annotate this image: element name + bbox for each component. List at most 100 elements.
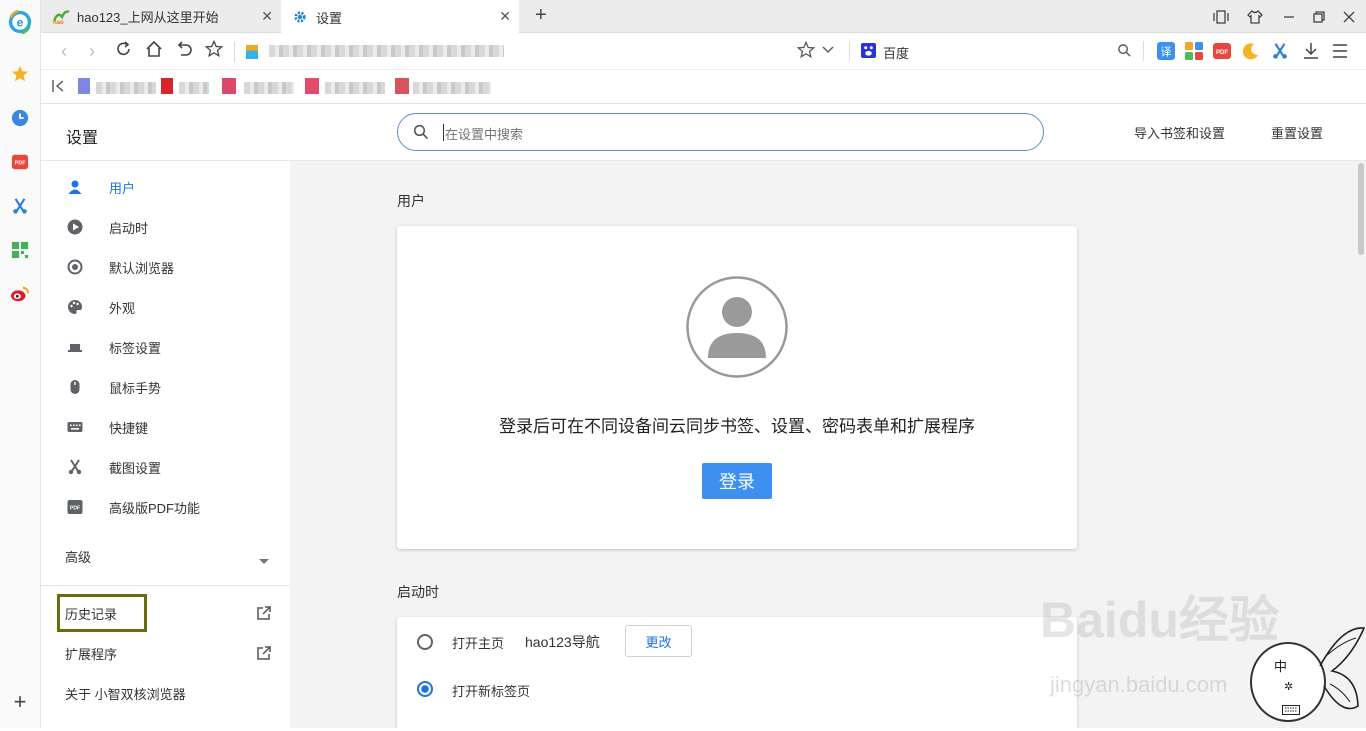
startup-card: 打开主页 hao123导航 更改 打开新标签页	[397, 617, 1077, 728]
tab-settings[interactable]: 设置 ✕	[281, 0, 519, 34]
add-icon[interactable]: +	[8, 689, 32, 714]
sidebar-item-screenshot[interactable]: 截图设置	[41, 447, 290, 487]
browser-logo-icon[interactable]: e	[8, 9, 32, 35]
sidebar-item-label: 标签设置	[109, 340, 162, 356]
restore-icon[interactable]	[1311, 9, 1327, 30]
reload-icon[interactable]	[113, 40, 135, 62]
night-mode-icon[interactable]	[1242, 42, 1260, 65]
svg-text:PDF: PDF	[70, 506, 80, 512]
bookmark-favicon	[305, 78, 319, 94]
screenshot-scissors-icon[interactable]	[1271, 42, 1289, 65]
caret-down-icon	[259, 553, 269, 568]
favorite-star-icon[interactable]	[796, 40, 816, 64]
pdf-tool-icon[interactable]: PDF	[1213, 42, 1231, 65]
sidebar-item-default-browser[interactable]: 默认浏览器	[41, 247, 290, 287]
apps-colored-icon[interactable]	[1185, 42, 1203, 65]
bookmark-item[interactable]	[413, 82, 491, 94]
favorites-star-icon[interactable]	[8, 62, 32, 86]
settings-header: 设置 在设置中搜索 导入书签和设置 重置设置	[41, 104, 1366, 161]
forward-icon[interactable]: ›	[81, 40, 103, 62]
tab-title: hao123_上网从这里开始	[77, 10, 219, 25]
watermark-url: jingyan.baidu.com	[1050, 672, 1228, 697]
tab-hao123[interactable]: hao hao123_上网从这里开始 ✕	[41, 0, 281, 33]
mouse-icon	[66, 378, 84, 396]
login-button[interactable]: 登录	[702, 463, 772, 499]
gear-icon	[293, 10, 307, 27]
site-favicon	[246, 45, 258, 59]
bookmark-item[interactable]	[179, 82, 209, 94]
settings-search-box[interactable]: 在设置中搜索	[397, 113, 1044, 151]
weibo-icon[interactable]	[8, 282, 32, 306]
sidebar-link-history[interactable]: 历史记录	[41, 593, 290, 633]
sidebar-item-user[interactable]: 用户	[41, 167, 290, 207]
option-label: 打开主页	[452, 636, 505, 651]
search-icon[interactable]	[1117, 43, 1132, 63]
sidebar-item-pdf[interactable]: PDF 高级版PDF功能	[41, 487, 290, 527]
page-title: 设置	[66, 130, 99, 147]
sidebar-item-advanced[interactable]: 高级	[41, 536, 290, 576]
sidebar-toggle-icon[interactable]	[1213, 9, 1229, 30]
svg-text:译: 译	[1161, 46, 1172, 59]
sidebar-link-about[interactable]: 关于 小智双核浏览器	[41, 673, 290, 713]
sync-description: 登录后可在不同设备间云同步书签、设置、密码表单和扩展程序	[499, 417, 975, 436]
sidebar-item-tabs[interactable]: 标签设置	[41, 327, 290, 367]
settings-sidebar: 用户 启动时 默认浏览器 外观 标签设置 鼠标手势 快捷键 截图设置 PDF 高…	[41, 161, 290, 728]
history-clock-icon[interactable]	[8, 106, 32, 130]
sidebar-item-shortcuts[interactable]: 快捷键	[41, 407, 290, 447]
menu-icon[interactable]	[1332, 42, 1348, 65]
scissors-icon	[66, 458, 84, 476]
svg-text:PDF: PDF	[15, 161, 26, 167]
external-link-icon	[256, 645, 272, 664]
close-icon[interactable]: ✕	[499, 8, 511, 25]
sidebar-item-label: 外观	[109, 300, 136, 316]
radio-open-homepage[interactable]	[416, 633, 434, 656]
keyboard-icon	[1282, 702, 1300, 720]
external-link-icon	[256, 605, 272, 624]
sidebar-item-mouse-gesture[interactable]: 鼠标手势	[41, 367, 290, 407]
sidebar-item-label: 默认浏览器	[109, 260, 175, 276]
close-icon[interactable]: ✕	[261, 8, 273, 25]
change-homepage-button[interactable]: 更改	[625, 625, 692, 657]
back-icon[interactable]: ‹	[53, 40, 75, 62]
sidebar-item-label: 关于 小智双核浏览器	[65, 686, 186, 702]
palette-icon	[66, 298, 84, 316]
translate-icon[interactable]: 译	[1157, 42, 1175, 65]
collapse-sidebar-icon[interactable]	[51, 78, 67, 98]
pdf-icon[interactable]: PDF	[8, 150, 32, 174]
url-blurred[interactable]	[269, 45, 504, 57]
minimize-icon[interactable]	[1281, 9, 1297, 30]
download-icon[interactable]	[1303, 42, 1319, 65]
option-label: 打开新标签页	[452, 684, 531, 699]
bookmark-item[interactable]	[244, 82, 294, 94]
tab-bar: hao hao123_上网从这里开始 ✕ 设置 ✕ +	[41, 0, 1366, 34]
sidebar-item-label: 鼠标手势	[109, 380, 162, 396]
reset-settings-link[interactable]: 重置设置	[1271, 123, 1323, 142]
sidebar-link-extensions[interactable]: 扩展程序	[41, 633, 290, 673]
undo-icon[interactable]	[173, 40, 195, 62]
apps-grid-icon[interactable]	[8, 238, 32, 262]
sidebar-item-startup[interactable]: 启动时	[41, 207, 290, 247]
import-bookmarks-link[interactable]: 导入书签和设置	[1134, 123, 1225, 142]
sidebar-item-label: 扩展程序	[65, 646, 118, 662]
window-close-icon[interactable]	[1341, 9, 1357, 30]
skin-shirt-icon[interactable]	[1247, 9, 1263, 30]
search-input[interactable]: 在设置中搜索	[445, 124, 523, 143]
divider	[1143, 41, 1144, 61]
sidebar-item-label: 高级版PDF功能	[109, 500, 201, 516]
new-tab-button[interactable]: +	[535, 4, 547, 27]
scissors-icon[interactable]	[8, 194, 32, 218]
scrollbar-thumb[interactable]	[1358, 163, 1364, 255]
sidebar-item-appearance[interactable]: 外观	[41, 287, 290, 327]
search-engine-label[interactable]: 百度	[883, 43, 909, 62]
bookmark-item[interactable]	[96, 82, 156, 94]
hao-icon: hao	[52, 9, 70, 28]
bookmark-item[interactable]	[325, 82, 385, 94]
person-icon	[66, 178, 84, 196]
tab-title: 设置	[316, 10, 343, 26]
radio-open-new-tab[interactable]	[416, 680, 434, 703]
bookmark-star-icon[interactable]	[203, 39, 225, 62]
dropdown-chevron-icon[interactable]	[821, 43, 835, 62]
target-icon	[66, 258, 84, 276]
home-icon[interactable]	[143, 40, 165, 62]
watermark: Baidu经验	[1040, 592, 1279, 648]
